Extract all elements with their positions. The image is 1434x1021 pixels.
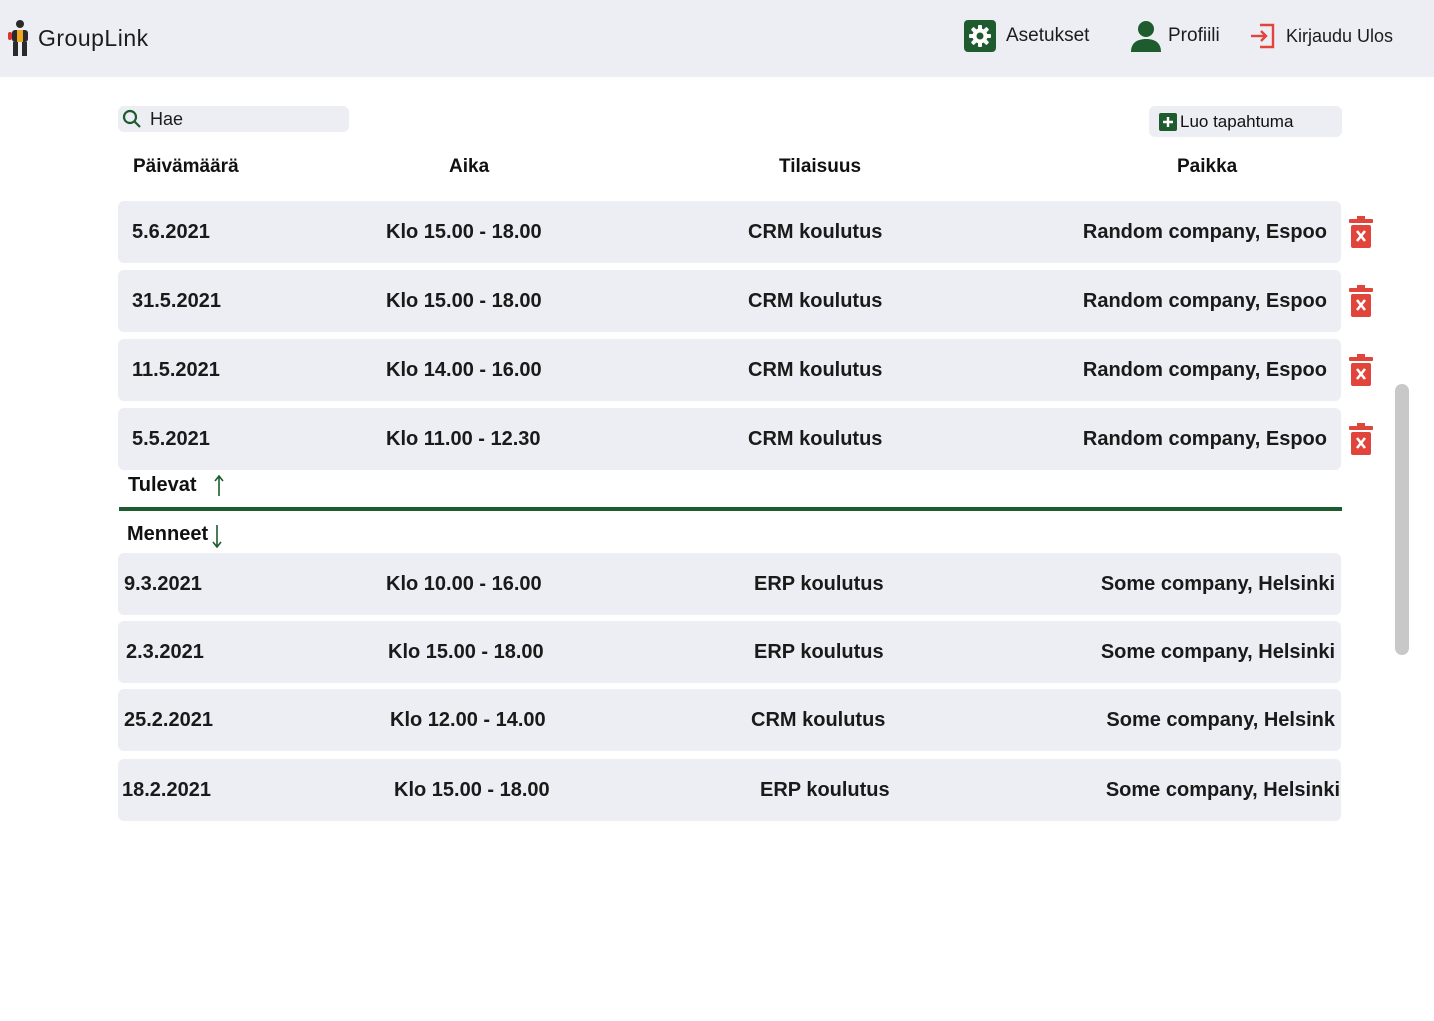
- trash-icon[interactable]: [1349, 354, 1373, 386]
- event-date: 5.5.2021: [132, 428, 210, 450]
- event-title: CRM koulutus: [751, 709, 886, 731]
- event-row[interactable]: 31.5.2021 Klo 15.00 - 18.00 CRM koulutus…: [118, 270, 1341, 332]
- event-time: Klo 14.00 - 16.00: [386, 359, 542, 381]
- app-name: GroupLink: [38, 24, 149, 51]
- profile-label: Profiili: [1168, 25, 1220, 46]
- past-section-label: Menneet: [127, 520, 223, 548]
- event-time: Klo 11.00 - 12.30: [386, 428, 541, 450]
- upcoming-section-label: Tulevat: [128, 474, 225, 497]
- event-date: 9.3.2021: [124, 573, 202, 595]
- event-time: Klo 15.00 - 18.00: [388, 641, 544, 663]
- event-time: Klo 15.00 - 18.00: [394, 779, 550, 801]
- create-event-label: Luo tapahtuma: [1180, 111, 1294, 131]
- app-logo[interactable]: GroupLink: [8, 18, 149, 58]
- event-row[interactable]: 11.5.2021 Klo 14.00 - 16.00 CRM koulutus…: [118, 339, 1341, 401]
- event-place: Some company, Helsinki: [1100, 573, 1335, 595]
- event-place: Some company, Helsinki: [1100, 641, 1335, 663]
- column-header-date[interactable]: Päivämäärä: [133, 156, 239, 178]
- event-place: Random company, Espoo: [1082, 359, 1327, 381]
- section-divider: [119, 507, 1342, 511]
- grouplink-logo-icon: [8, 20, 28, 56]
- column-header-place[interactable]: Paikka: [1177, 156, 1237, 178]
- event-title: CRM koulutus: [748, 290, 883, 312]
- event-title: ERP koulutus: [754, 641, 884, 663]
- event-date: 11.5.2021: [132, 359, 220, 381]
- event-date: 25.2.2021: [124, 709, 213, 731]
- event-place: Random company, Espoo: [1082, 221, 1327, 243]
- gear-icon: [964, 20, 996, 52]
- event-row[interactable]: 5.6.2021 Klo 15.00 - 18.00 CRM koulutus …: [118, 201, 1341, 263]
- event-time: Klo 12.00 - 14.00: [390, 709, 546, 731]
- event-date: 2.3.2021: [126, 641, 204, 663]
- search-icon: [122, 109, 141, 128]
- event-row[interactable]: 5.5.2021 Klo 11.00 - 12.30 CRM koulutus …: [118, 408, 1341, 470]
- event-date: 31.5.2021: [132, 290, 221, 312]
- column-header-time[interactable]: Aika: [449, 156, 489, 178]
- settings-label: Asetukset: [1006, 25, 1090, 46]
- event-row[interactable]: 9.3.2021 Klo 10.00 - 16.00 ERP koulutus …: [118, 553, 1341, 615]
- arrow-up-icon: [213, 474, 224, 496]
- search-placeholder: Hae: [150, 108, 184, 129]
- upcoming-label: Tulevat: [128, 474, 197, 496]
- event-time: Klo 15.00 - 18.00: [386, 290, 542, 312]
- event-place: Random company, Espoo: [1082, 290, 1327, 312]
- logout-label: Kirjaudu Ulos: [1286, 25, 1394, 46]
- trash-icon[interactable]: [1349, 423, 1373, 455]
- arrow-down-icon: [212, 525, 222, 548]
- top-bar: GroupLink Asetukset Profiili Kirjaudu Ul…: [0, 0, 1434, 77]
- plus-icon: [1159, 112, 1177, 131]
- event-title: CRM koulutus: [748, 428, 883, 450]
- event-title: ERP koulutus: [754, 573, 884, 595]
- event-place: Some company, Helsinki: [1105, 779, 1340, 801]
- event-row[interactable]: 18.2.2021 Klo 15.00 - 18.00 ERP koulutus…: [118, 759, 1341, 821]
- user-icon: [1131, 21, 1161, 52]
- event-row[interactable]: 25.2.2021 Klo 12.00 - 14.00 CRM koulutus…: [118, 689, 1341, 751]
- event-title: CRM koulutus: [748, 359, 883, 381]
- event-row[interactable]: 2.3.2021 Klo 15.00 - 18.00 ERP koulutus …: [118, 621, 1341, 683]
- profile-link[interactable]: Profiili: [1130, 18, 1220, 54]
- event-place: Some company, Helsink: [1106, 709, 1335, 731]
- event-title: ERP koulutus: [760, 779, 890, 801]
- event-date: 5.6.2021: [132, 221, 210, 243]
- logout-link[interactable]: Kirjaudu Ulos: [1250, 18, 1393, 54]
- event-title: CRM koulutus: [748, 221, 883, 243]
- create-event-button[interactable]: Luo tapahtuma: [1149, 106, 1342, 137]
- column-header-event[interactable]: Tilaisuus: [779, 156, 861, 178]
- scrollbar-thumb[interactable]: [1395, 384, 1409, 655]
- logout-icon: [1251, 23, 1275, 49]
- event-time: Klo 15.00 - 18.00: [386, 221, 542, 243]
- trash-icon[interactable]: [1349, 216, 1373, 248]
- settings-link[interactable]: Asetukset: [964, 18, 1089, 54]
- event-date: 18.2.2021: [122, 779, 211, 801]
- event-place: Random company, Espoo: [1082, 428, 1327, 450]
- past-label: Menneet: [127, 522, 209, 545]
- trash-icon[interactable]: [1349, 285, 1373, 317]
- event-time: Klo 10.00 - 16.00: [386, 573, 542, 595]
- search-input[interactable]: Hae: [118, 106, 349, 132]
